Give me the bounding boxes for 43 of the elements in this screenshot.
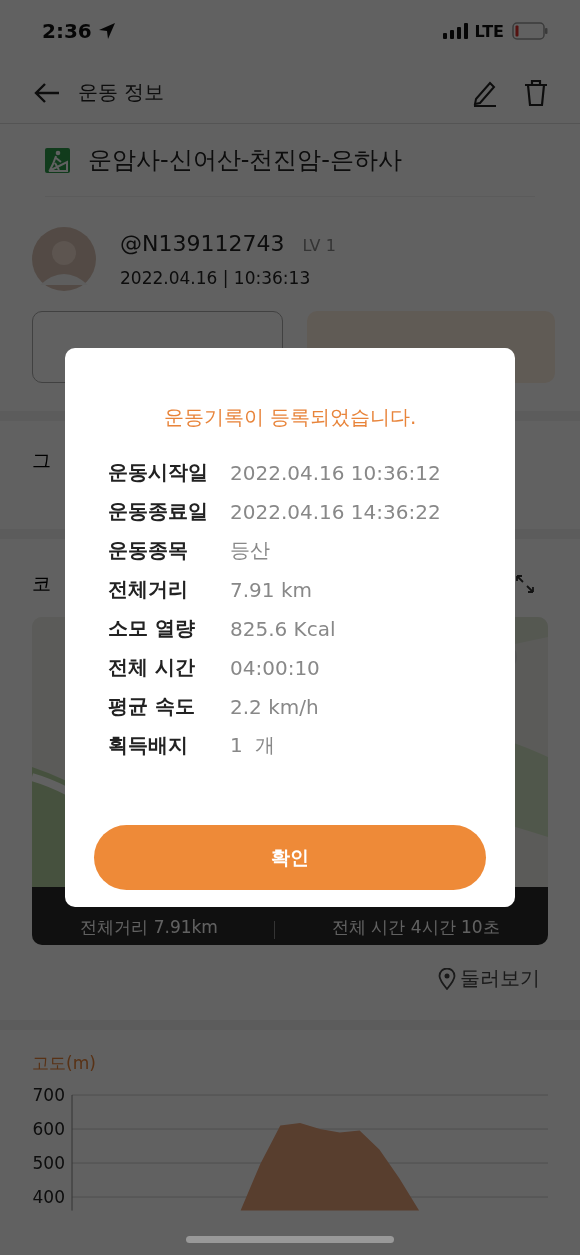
course-title: 운암사-신어산-천진암-은하사 [88, 145, 402, 176]
field-value: 7.91 km [230, 577, 312, 602]
location-arrow-icon [97, 22, 116, 40]
section-title: 코 [32, 571, 51, 596]
field-label: 획득배지 [108, 732, 189, 759]
network-label: LTE [474, 21, 504, 41]
field-value: 04:00:10 [230, 655, 320, 680]
field-value: 825.6 Kcal [230, 616, 336, 641]
expand-icon[interactable] [515, 574, 535, 594]
dialog-message: 운동기록이 등록되었습니다. [163, 404, 417, 431]
signal-icon [442, 23, 469, 39]
field-value: 2022.04.16 10:36:12 [230, 460, 441, 485]
distance-summary: 전체거리 7.91km [80, 916, 218, 939]
field-value: 등산 [230, 537, 270, 564]
confirm-button[interactable]: 확인 [94, 825, 486, 890]
battery-icon [512, 22, 548, 40]
field-label: 운동종목 [108, 537, 189, 564]
trash-icon[interactable] [524, 78, 548, 107]
field-label: 평균 속도 [108, 693, 196, 720]
look-around-link[interactable]: 둘러보기 [438, 965, 540, 992]
field-label: 운동종료일 [108, 498, 209, 525]
axis-tick-label: 700 [32, 1085, 65, 1105]
field-label: 운동시작일 [108, 459, 209, 486]
duration-summary: 전체 시간 4시간 10초 [332, 916, 500, 939]
field-value: 2.2 km/h [230, 694, 319, 719]
axis-tick-label: 500 [32, 1153, 65, 1173]
avatar [32, 227, 96, 291]
section-title: 그 [32, 448, 51, 473]
field-value: 2022.04.16 14:36:22 [230, 499, 441, 524]
hiking-icon [45, 147, 70, 173]
user-id: @N139112743 [120, 230, 285, 256]
screen-title: 운동 정보 [78, 79, 165, 106]
axis-tick-label: 400 [32, 1187, 65, 1207]
field-value: 1 개 [230, 732, 276, 759]
field-label: 전체 시간 [108, 654, 196, 681]
map-pin-icon [438, 967, 456, 990]
record-date-time: 2022.04.16 | 10:36:13 [120, 267, 312, 288]
axis-tick-label: 600 [32, 1119, 65, 1139]
field-label: 소모 열량 [108, 615, 196, 642]
chart-title: 고도(m) [32, 1052, 97, 1075]
field-label: 전체거리 [108, 576, 189, 603]
status-time: 2:36 [42, 19, 92, 43]
back-arrow-icon[interactable] [34, 81, 60, 104]
